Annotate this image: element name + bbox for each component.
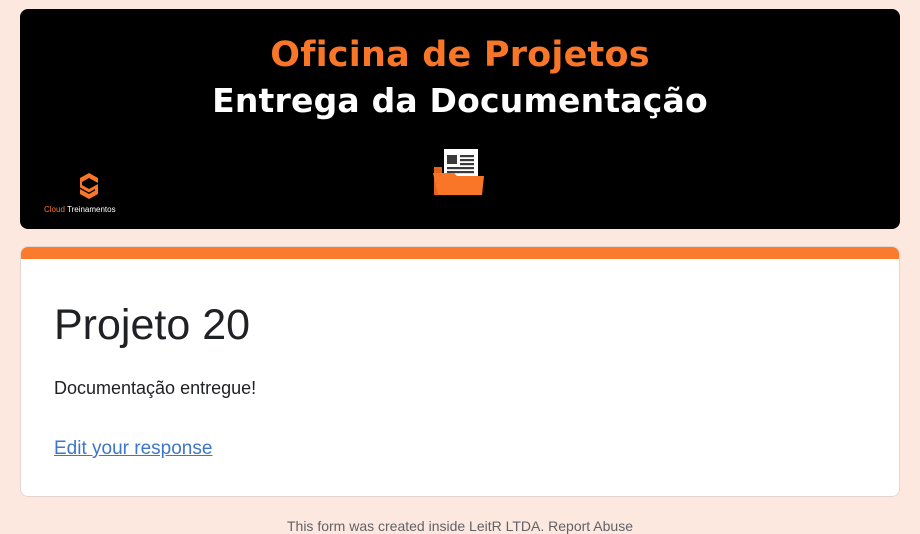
logo-text-treinamentos: Treinamentos [64,205,116,214]
header-banner: Oficina de Projetos Entrega da Documenta… [20,9,900,229]
banner-title-line2: Entrega da Documentação [212,81,708,120]
confirmation-card: Projeto 20 Documentação entregue! Edit y… [20,246,900,497]
brand-logo: Cloud Treinamentos [44,172,134,216]
form-title: Projeto 20 [54,301,251,349]
confirmation-message: Documentação entregue! [54,378,257,398]
footer-disclaimer: This form was created inside LeitR LTDA.… [286,518,633,534]
folder-document-icon [433,149,484,195]
edit-response-link[interactable]: Edit your response [54,438,212,460]
banner-title-line1: Oficina de Projetos [270,35,650,75]
cloud-treinamentos-logo-icon [80,173,98,199]
brand-logo-text: Cloud Treinamentos [44,205,134,214]
logo-text-cloud: Cloud [44,205,65,214]
card-accent-bar [21,247,899,259]
